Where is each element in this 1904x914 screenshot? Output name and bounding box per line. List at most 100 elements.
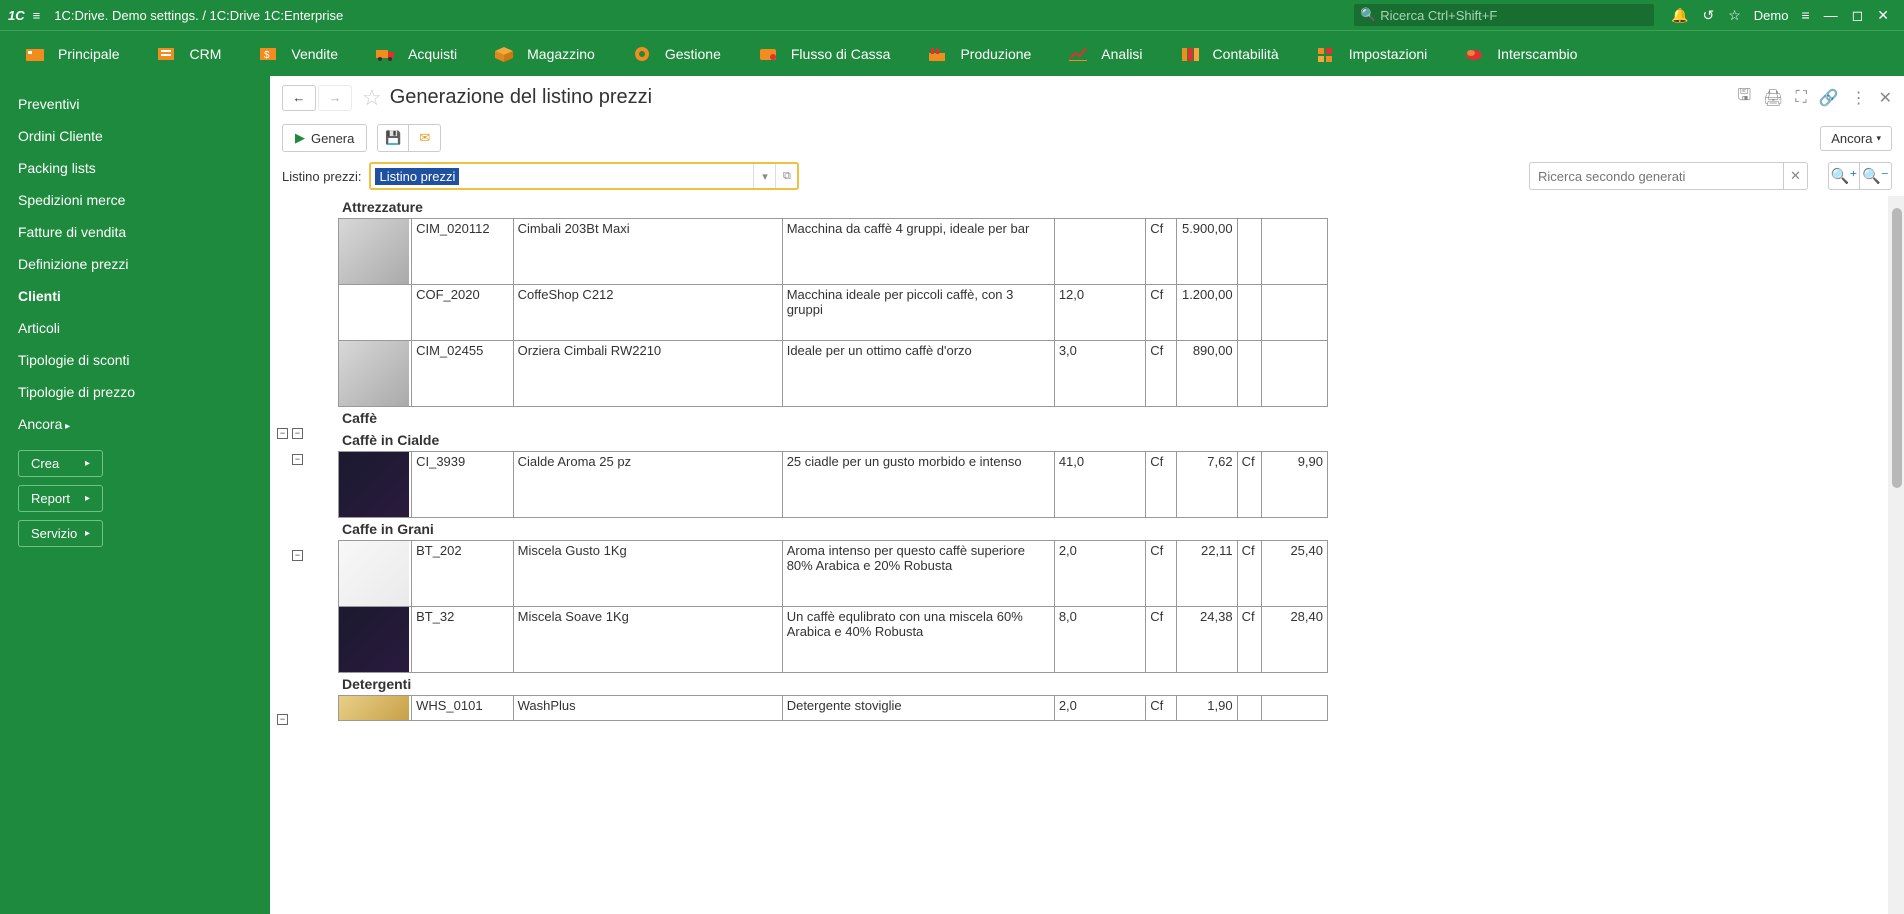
settings-icon[interactable]: ≡: [1801, 7, 1809, 23]
close-tab-icon[interactable]: ✕: [1879, 88, 1892, 108]
save-file-button[interactable]: 💾: [377, 124, 409, 152]
table-row[interactable]: CI_3939 Cialde Aroma 25 pz 25 ciadle per…: [339, 452, 1328, 518]
side-spedizioni[interactable]: Spedizioni merce: [0, 184, 270, 216]
nav-crm[interactable]: CRM: [137, 31, 239, 76]
cell-unit2[interactable]: Cf: [1237, 452, 1261, 518]
cell-desc[interactable]: Aroma intenso per questo caffè superiore…: [782, 541, 1054, 607]
cell-code[interactable]: BT_32: [412, 607, 514, 673]
cell-name[interactable]: Orziera Cimbali RW2210: [513, 341, 782, 407]
cell-name[interactable]: WashPlus: [513, 696, 782, 721]
cell-price[interactable]: 24,38: [1176, 607, 1237, 673]
cell-unit2[interactable]: [1237, 285, 1261, 341]
cell-unit[interactable]: Cf: [1146, 341, 1176, 407]
cell-qty[interactable]: 41,0: [1054, 452, 1145, 518]
side-fatture[interactable]: Fatture di vendita: [0, 216, 270, 248]
cell-price[interactable]: 22,11: [1176, 541, 1237, 607]
cell-code[interactable]: COF_2020: [412, 285, 514, 341]
nav-acquisti[interactable]: Acquisti: [356, 31, 475, 76]
zoom-in-button[interactable]: 🔍⁺: [1828, 162, 1860, 190]
nav-flusso[interactable]: Flusso di Cassa: [739, 31, 909, 76]
table-row[interactable]: BT_32 Miscela Soave 1Kg Un caffè equlibr…: [339, 607, 1328, 673]
nav-principale[interactable]: Principale: [6, 31, 137, 76]
side-servizio-button[interactable]: Servizio▸: [18, 520, 103, 547]
save-icon[interactable]: 🖫: [1738, 84, 1752, 111]
email-button[interactable]: ✉: [409, 124, 441, 152]
nav-analisi[interactable]: Analisi: [1049, 31, 1160, 76]
collapser[interactable]: −: [277, 714, 288, 725]
cell-name[interactable]: Cialde Aroma 25 pz: [513, 452, 782, 518]
side-ordini[interactable]: Ordini Cliente: [0, 120, 270, 152]
cell-name[interactable]: Miscela Soave 1Kg: [513, 607, 782, 673]
cell-price2[interactable]: 9,90: [1261, 452, 1327, 518]
cell-price[interactable]: 890,00: [1176, 341, 1237, 407]
cell-price[interactable]: 5.900,00: [1176, 219, 1237, 285]
cell-price2[interactable]: [1261, 285, 1327, 341]
history-icon[interactable]: ↺: [1702, 7, 1714, 24]
cell-desc[interactable]: Un caffè equlibrato con una miscela 60% …: [782, 607, 1054, 673]
clear-search-icon[interactable]: ✕: [1784, 162, 1808, 190]
cell-price[interactable]: 7,62: [1176, 452, 1237, 518]
combo-open-icon[interactable]: ⧉: [775, 164, 797, 188]
nav-impostazioni[interactable]: Impostazioni: [1297, 31, 1446, 76]
cell-price2[interactable]: 25,40: [1261, 541, 1327, 607]
side-articoli[interactable]: Articoli: [0, 312, 270, 344]
ancora-menu-button[interactable]: Ancora ▾: [1820, 126, 1892, 151]
global-search[interactable]: 🔍 Ricerca Ctrl+Shift+F: [1354, 4, 1654, 26]
cell-code[interactable]: CIM_020112: [412, 219, 514, 285]
cell-name[interactable]: Miscela Gusto 1Kg: [513, 541, 782, 607]
pricelist-combo[interactable]: Listino prezzi ▾ ⧉: [369, 162, 799, 190]
table-row[interactable]: COF_2020 CoffeShop C212 Macchina ideale …: [339, 285, 1328, 341]
cell-unit[interactable]: Cf: [1146, 219, 1176, 285]
table-row[interactable]: CIM_020112 Cimbali 203Bt Maxi Macchina d…: [339, 219, 1328, 285]
cell-desc[interactable]: Ideale per un ottimo caffè d'orzo: [782, 341, 1054, 407]
star-icon[interactable]: ☆: [1728, 7, 1741, 24]
scrollbar-thumb[interactable]: [1892, 208, 1902, 488]
cell-desc[interactable]: Macchina ideale per piccoli caffè, con 3…: [782, 285, 1054, 341]
cell-code[interactable]: CIM_02455: [412, 341, 514, 407]
cell-name[interactable]: Cimbali 203Bt Maxi: [513, 219, 782, 285]
close-icon[interactable]: ✕: [1877, 7, 1889, 24]
combo-dropdown-icon[interactable]: ▾: [753, 164, 775, 188]
cell-unit2[interactable]: [1237, 219, 1261, 285]
collapser[interactable]: −: [292, 454, 303, 465]
collapser[interactable]: −: [292, 428, 303, 439]
cell-unit2[interactable]: Cf: [1237, 541, 1261, 607]
nav-magazzino[interactable]: Magazzino: [475, 31, 613, 76]
cell-unit2[interactable]: Cf: [1237, 607, 1261, 673]
side-clienti[interactable]: Clienti: [0, 280, 270, 312]
generate-button[interactable]: ▶ Genera: [282, 124, 367, 152]
side-ancora[interactable]: Ancora: [0, 408, 270, 440]
cell-qty[interactable]: 3,0: [1054, 341, 1145, 407]
user-name[interactable]: Demo: [1754, 8, 1789, 23]
collapser[interactable]: −: [277, 428, 288, 439]
bell-icon[interactable]: 🔔: [1671, 7, 1688, 24]
cell-price[interactable]: 1.200,00: [1176, 285, 1237, 341]
side-crea-button[interactable]: Crea▸: [18, 450, 103, 477]
side-sconti[interactable]: Tipologie di sconti: [0, 344, 270, 376]
content-search-input[interactable]: [1529, 162, 1784, 190]
table-row[interactable]: CIM_02455 Orziera Cimbali RW2210 Ideale …: [339, 341, 1328, 407]
cell-unit[interactable]: Cf: [1146, 285, 1176, 341]
maximize-icon[interactable]: ◻: [1852, 7, 1864, 24]
table-row[interactable]: WHS_0101 WashPlus Detergente stoviglie 2…: [339, 696, 1328, 721]
side-report-button[interactable]: Report▸: [18, 485, 103, 512]
cell-unit[interactable]: Cf: [1146, 607, 1176, 673]
cell-desc[interactable]: Macchina da caffè 4 gruppi, ideale per b…: [782, 219, 1054, 285]
nav-gestione[interactable]: Gestione: [613, 31, 739, 76]
zoom-out-button[interactable]: 🔍⁻: [1860, 162, 1892, 190]
main-menu-icon[interactable]: ≡: [33, 8, 41, 23]
nav-produzione[interactable]: Produzione: [908, 31, 1049, 76]
side-packing[interactable]: Packing lists: [0, 152, 270, 184]
cell-price2[interactable]: [1261, 696, 1327, 721]
cell-qty[interactable]: 12,0: [1054, 285, 1145, 341]
minimize-icon[interactable]: —: [1824, 7, 1838, 23]
cell-qty[interactable]: [1054, 219, 1145, 285]
cell-price2[interactable]: [1261, 219, 1327, 285]
cell-qty[interactable]: 8,0: [1054, 607, 1145, 673]
cell-price2[interactable]: [1261, 341, 1327, 407]
cell-qty[interactable]: 2,0: [1054, 696, 1145, 721]
side-defprezzi[interactable]: Definizione prezzi: [0, 248, 270, 280]
cell-unit[interactable]: Cf: [1146, 696, 1176, 721]
cell-unit2[interactable]: [1237, 341, 1261, 407]
cell-price[interactable]: 1,90: [1176, 696, 1237, 721]
